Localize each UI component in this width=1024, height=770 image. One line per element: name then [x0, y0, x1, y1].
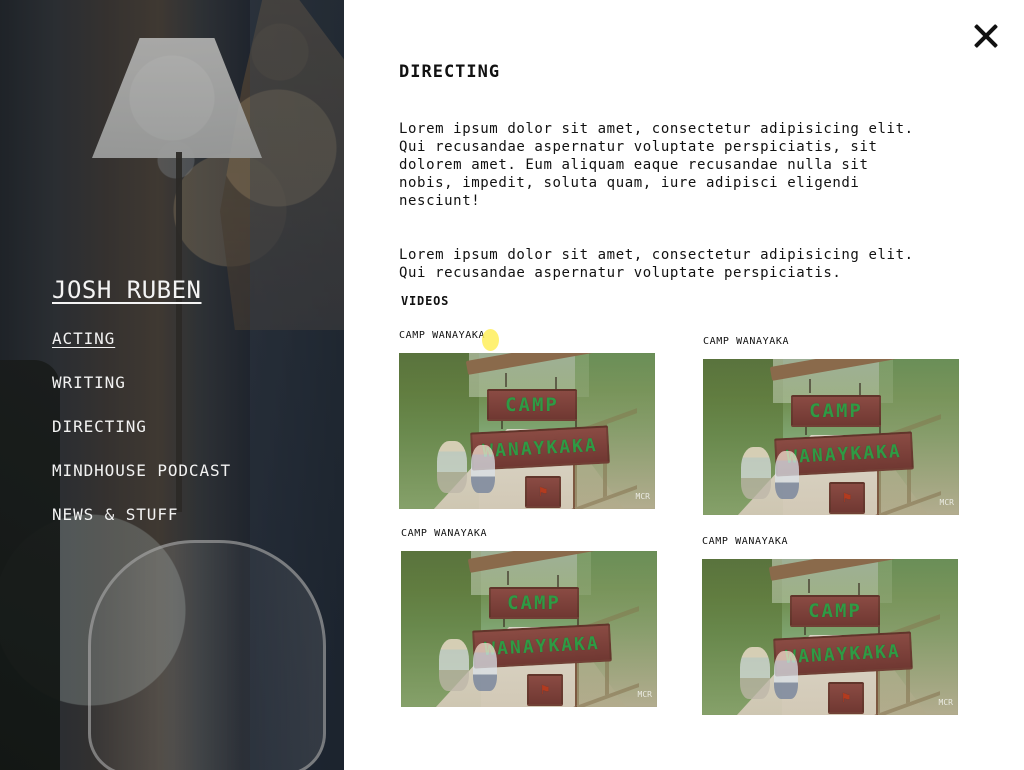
- nav-list: ACTING WRITING DIRECTING MINDHOUSE PODCA…: [52, 328, 231, 526]
- videos-heading: VIDEOS: [401, 294, 450, 308]
- main-content: DIRECTING Lorem ipsum dolor sit amet, co…: [344, 0, 1024, 770]
- thumbnail-child-figure: [775, 451, 799, 499]
- thumbnail-child-figure: [741, 447, 771, 499]
- thumbnail-child-figure: [473, 643, 497, 691]
- section-copy: Lorem ipsum dolor sit amet, consectetur …: [399, 102, 959, 318]
- video-thumbnail[interactable]: CAMP WANAYKAKA ⚑ MCR: [401, 551, 657, 707]
- video-card: CAMP WANAYAKA CAMP WANAYKAKA ⚑ MCR: [401, 528, 657, 707]
- thumbnail-rope: [809, 379, 811, 393]
- thumbnail-watermark: MCR: [939, 498, 954, 507]
- nav-item-news-and-stuff[interactable]: NEWS & STUFF: [52, 504, 231, 526]
- thumbnail-rope: [507, 571, 509, 585]
- thumbnail-rope: [808, 579, 810, 593]
- camp-sign-emblem: ⚑: [828, 682, 864, 714]
- camp-sign-emblem: ⚑: [525, 476, 561, 508]
- close-icon: [970, 20, 1002, 52]
- video-label: CAMP WANAYAKA: [703, 336, 790, 347]
- nav-item-writing[interactable]: WRITING: [52, 372, 231, 394]
- camp-sign-emblem: ⚑: [527, 674, 563, 706]
- page-title: DIRECTING: [399, 62, 501, 82]
- thumbnail-child-figure: [774, 651, 798, 699]
- camp-sign-top: CAMP: [487, 389, 577, 421]
- thumbnail-watermark: MCR: [635, 492, 650, 501]
- thumbnail-child-figure: [439, 639, 469, 691]
- paragraph-1: Lorem ipsum dolor sit amet, consectetur …: [399, 121, 914, 209]
- thumbnail-child-figure: [471, 445, 495, 493]
- video-label: CAMP WANAYAKA: [702, 536, 789, 547]
- thumbnail-watermark: MCR: [938, 698, 953, 707]
- video-card: CAMP WANAYAKA CAMP WANAYKAKA ⚑ MCR: [703, 336, 959, 515]
- camp-sign-top: CAMP: [791, 395, 881, 427]
- video-card: CAMP WANAYAKA CAMP WANAYKAKA ⚑ MCR: [702, 536, 958, 715]
- close-button[interactable]: [970, 20, 1002, 52]
- thumbnail-rope: [505, 373, 507, 387]
- nav-item-directing[interactable]: DIRECTING: [52, 416, 231, 438]
- nav-item-mindhouse-podcast[interactable]: MINDHOUSE PODCAST: [52, 460, 231, 482]
- main-navigation: JOSH RUBEN ACTING WRITING DIRECTING MIND…: [52, 276, 231, 526]
- video-thumbnail[interactable]: CAMP WANAYKAKA ⚑ MCR: [703, 359, 959, 515]
- video-card: CAMP WANAYAKA CAMP WANAYKAKA ⚑ MCR: [399, 330, 655, 509]
- camp-sign-top: CAMP: [489, 587, 579, 619]
- video-thumbnail[interactable]: CAMP WANAYKAKA ⚑ MCR: [399, 353, 655, 509]
- page: JOSH RUBEN ACTING WRITING DIRECTING MIND…: [0, 0, 1024, 770]
- brand-link[interactable]: JOSH RUBEN: [52, 276, 202, 304]
- thumbnail-watermark: MCR: [637, 690, 652, 699]
- video-label: CAMP WANAYAKA: [399, 330, 486, 341]
- thumbnail-child-figure: [740, 647, 770, 699]
- nav-item-acting[interactable]: ACTING: [52, 328, 231, 350]
- thumbnail-child-figure: [437, 441, 467, 493]
- paragraph-2: Lorem ipsum dolor sit amet, consectetur …: [399, 247, 914, 281]
- camp-sign-emblem: ⚑: [829, 482, 865, 514]
- cursor-highlight: [482, 329, 499, 351]
- left-panel: JOSH RUBEN ACTING WRITING DIRECTING MIND…: [0, 0, 344, 770]
- video-thumbnail[interactable]: CAMP WANAYKAKA ⚑ MCR: [702, 559, 958, 715]
- video-label: CAMP WANAYAKA: [401, 528, 488, 539]
- camp-sign-top: CAMP: [790, 595, 880, 627]
